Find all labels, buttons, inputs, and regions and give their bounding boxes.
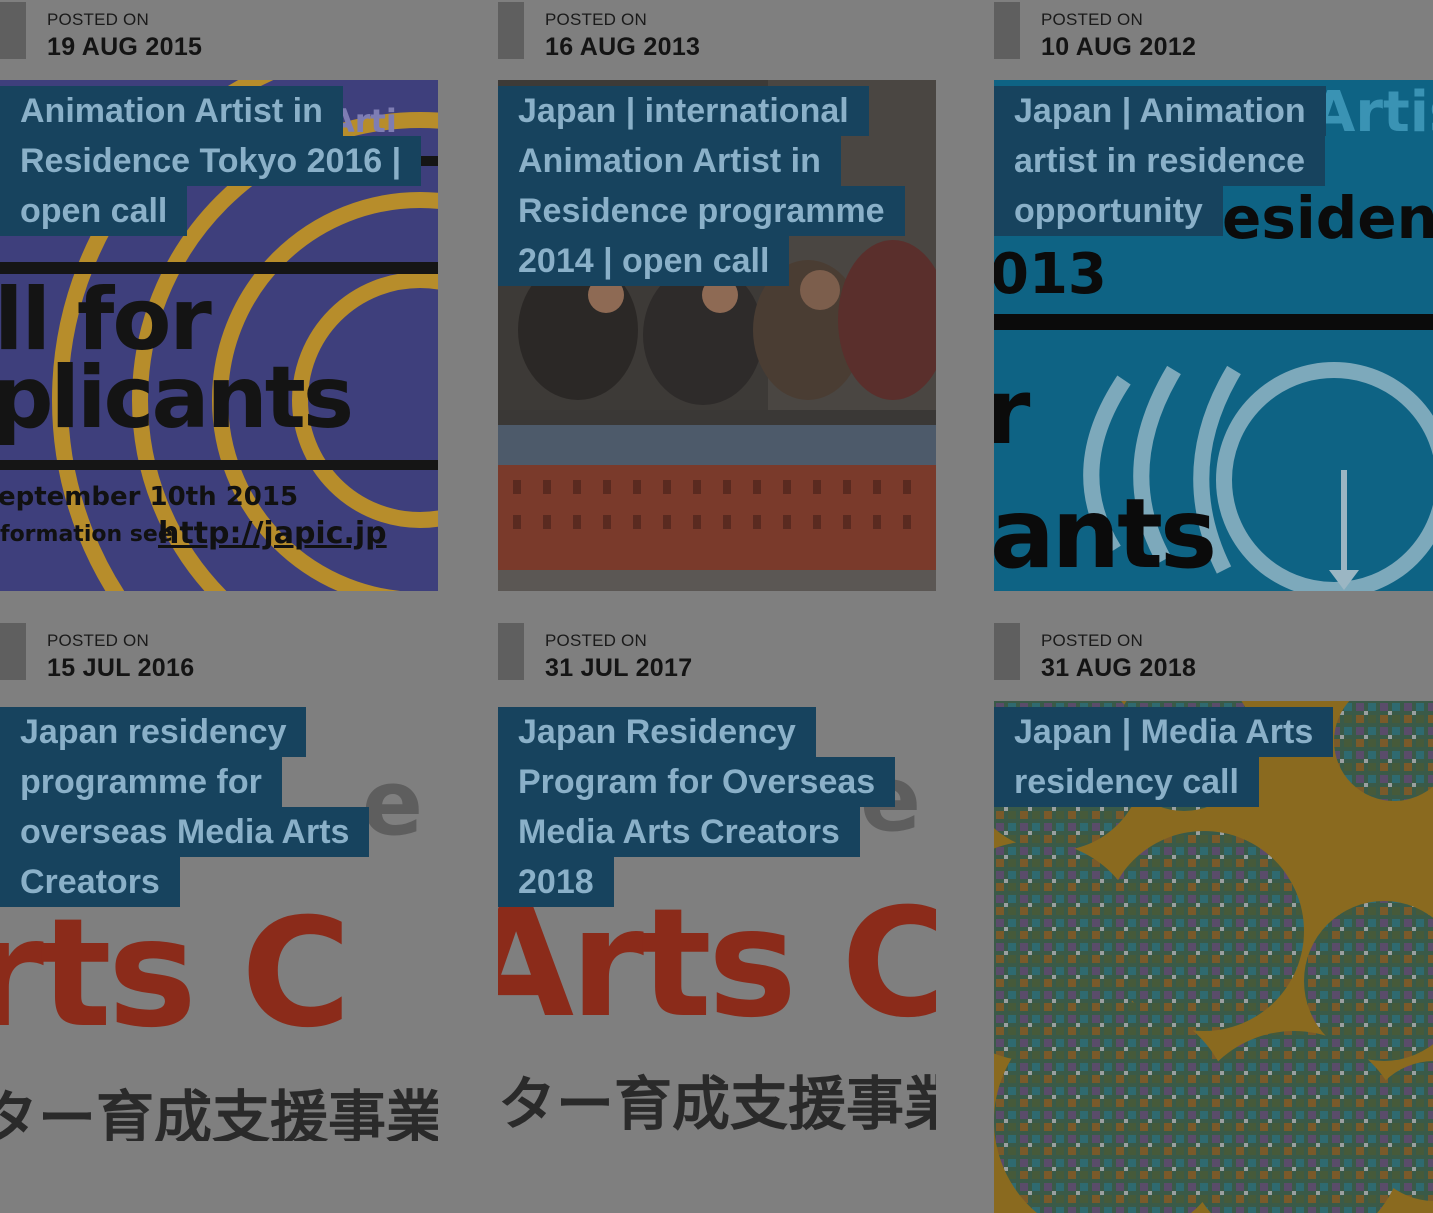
title-line: Animation Artist in <box>0 86 343 136</box>
post-thumbnail[interactable]: e Arts C ター育成支援事業 Japan Residency Progra… <box>498 701 936 1131</box>
post-date: 16 AUG 2013 <box>545 33 701 61</box>
title-line: Residence programme <box>498 186 905 236</box>
title-line: Japan | international <box>498 86 869 136</box>
post-card[interactable]: POSTED ON 10 AUG 2012 Artis esidenc 013 … <box>994 0 1433 591</box>
post-card[interactable]: POSTED ON 19 AUG 2015 Arti ll for plican… <box>0 0 438 591</box>
poster-text-big: r <box>994 360 1031 465</box>
post-card[interactable]: POSTED ON 31 AUG 2018 Japan | Media Arts… <box>994 621 1433 1213</box>
post-thumbnail[interactable]: e rts C ター育成支援事業 Japan residency program… <box>0 701 438 1141</box>
posted-on-label: POSTED ON <box>47 631 149 650</box>
title-line: overseas Media Arts <box>0 807 370 857</box>
poster-text-year: 013 <box>994 242 1107 307</box>
post-date: 19 AUG 2015 <box>47 33 203 61</box>
title-line: Residence Tokyo 2016 | <box>0 136 422 186</box>
title-line: artist in residence <box>994 136 1326 186</box>
title-line: residency call <box>994 757 1259 807</box>
date-bar <box>498 623 524 680</box>
post-thumbnail[interactable]: Artis esidenc 013 r ants Japan | Animati… <box>994 80 1433 591</box>
post-title[interactable]: Japan residency programme for overseas M… <box>0 707 370 907</box>
post-date: 31 AUG 2018 <box>1041 654 1197 682</box>
post-title[interactable]: Japan | Animation artist in residence op… <box>994 86 1326 236</box>
date-bar <box>0 2 26 59</box>
post-date: 10 AUG 2012 <box>1041 33 1197 61</box>
post-date: 31 JUL 2017 <box>545 654 693 682</box>
poster-text-line2: formation see <box>0 522 173 547</box>
posted-on-label: POSTED ON <box>1041 631 1143 650</box>
title-line: 2018 <box>498 857 614 907</box>
title-line: Program for Overseas <box>498 757 896 807</box>
poster-text-line1: eptember 10th 2015 <box>0 482 299 512</box>
title-line: Creators <box>0 857 180 907</box>
post-thumbnail[interactable]: Japan | international Animation Artist i… <box>498 80 936 591</box>
post-title[interactable]: Japan Residency Program for Overseas Med… <box>498 707 896 907</box>
posted-on-label: POSTED ON <box>545 631 647 650</box>
posted-on: POSTED ON 10 AUG 2012 <box>994 0 1432 62</box>
post-title[interactable]: Japan | international Animation Artist i… <box>498 86 905 286</box>
title-line: Japan residency <box>0 707 307 757</box>
poster-url: http://japic.jp <box>158 516 387 551</box>
title-line: Animation Artist in <box>498 136 841 186</box>
poster-text-jp: ター育成支援事業 <box>0 1084 438 1141</box>
poster-text-big: rts C <box>0 887 351 1061</box>
title-line: Japan | Media Arts <box>994 707 1334 757</box>
title-line: 2014 | open call <box>498 236 790 286</box>
post-thumbnail[interactable]: Arti ll for plicants eptember 10th 2015 … <box>0 80 438 591</box>
posted-on: POSTED ON 16 AUG 2013 <box>498 0 936 62</box>
poster-text-top: Artis <box>1312 80 1433 145</box>
date-bar <box>0 623 26 680</box>
post-thumbnail[interactable]: Japan | Media Arts residency call <box>994 701 1433 1213</box>
post-title[interactable]: Japan | Media Arts residency call <box>994 707 1334 807</box>
posted-on: POSTED ON 15 JUL 2016 <box>0 621 438 683</box>
title-line: open call <box>0 186 188 236</box>
posted-on: POSTED ON 19 AUG 2015 <box>0 0 438 62</box>
title-line: Media Arts Creators <box>498 807 860 857</box>
posted-on: POSTED ON 31 AUG 2018 <box>994 621 1432 683</box>
poster-fragment: e <box>362 751 424 856</box>
post-card[interactable]: POSTED ON 31 JUL 2017 e Arts C ター育成支援事業 … <box>498 621 936 1212</box>
posted-on-label: POSTED ON <box>1041 10 1143 29</box>
post-card[interactable]: POSTED ON 15 JUL 2016 e rts C ター育成支援事業 J… <box>0 621 438 1212</box>
posted-on-label: POSTED ON <box>47 10 149 29</box>
post-date: 15 JUL 2016 <box>47 654 195 682</box>
title-line: programme for <box>0 757 282 807</box>
posted-on: POSTED ON 31 JUL 2017 <box>498 621 936 683</box>
title-line: Japan Residency <box>498 707 816 757</box>
date-bar <box>498 2 524 59</box>
date-bar <box>994 623 1020 680</box>
title-line: Japan | Animation <box>994 86 1326 136</box>
posted-on-label: POSTED ON <box>545 10 647 29</box>
post-card[interactable]: POSTED ON 16 AUG 2013 Japan | internatio… <box>498 0 936 591</box>
poster-text-big2: ants <box>994 478 1217 590</box>
poster-text-big2: plicants <box>0 348 354 448</box>
date-bar <box>994 2 1020 59</box>
post-title[interactable]: Animation Artist in Residence Tokyo 2016… <box>0 86 422 236</box>
title-line: opportunity <box>994 186 1223 236</box>
poster-text-jp: ター育成支援事業 <box>498 1070 936 1131</box>
